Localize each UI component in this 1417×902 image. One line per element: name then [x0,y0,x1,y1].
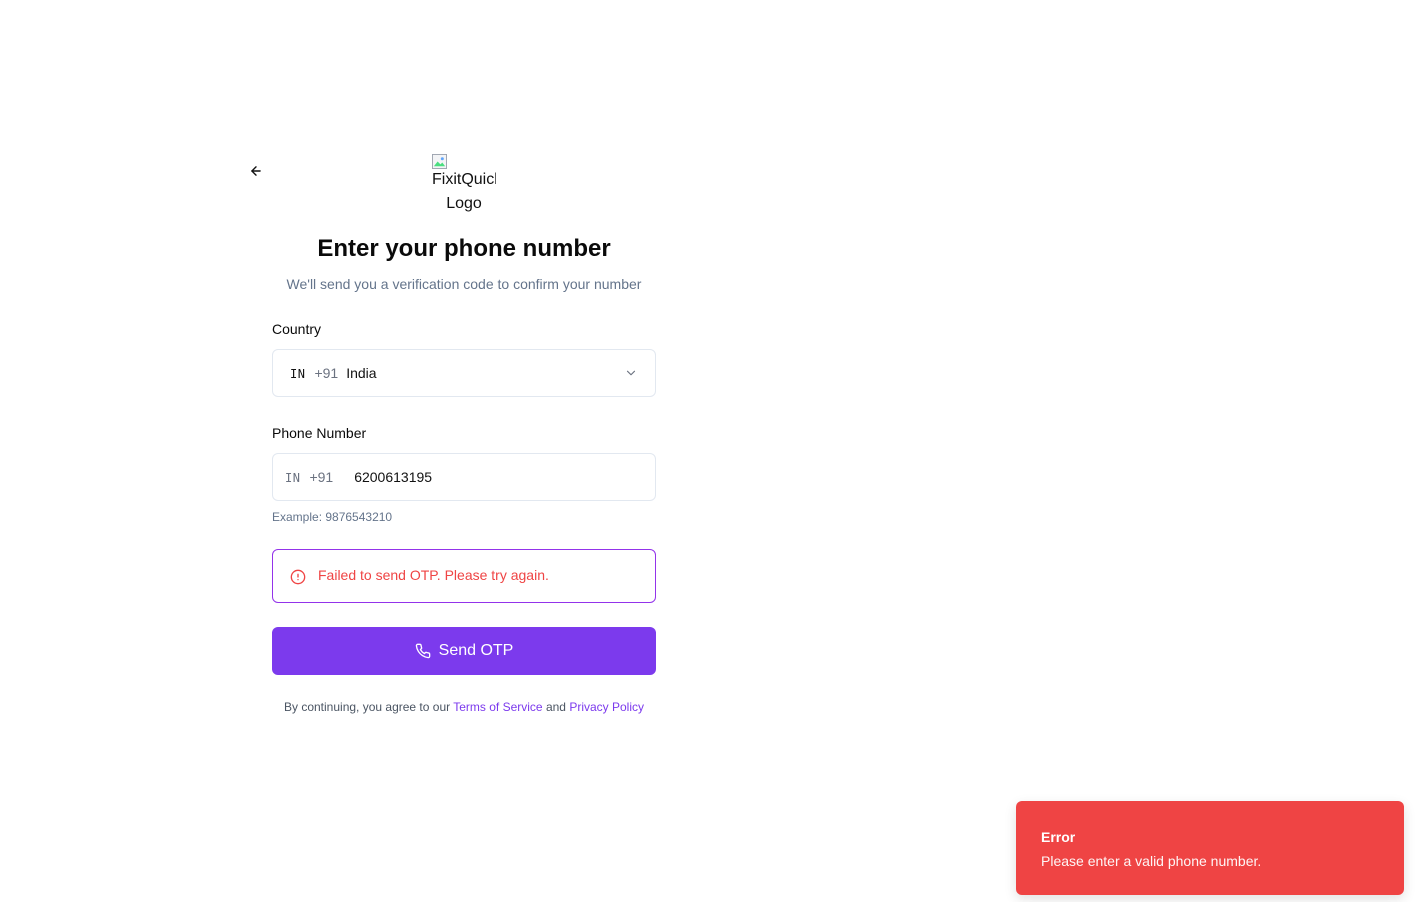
error-toast[interactable]: Error Please enter a valid phone number. [1016,801,1404,895]
arrow-left-icon [251,166,261,176]
toast-message: Please enter a valid phone number. [1041,853,1262,869]
page-subtitle: We'll send you a verification code to co… [286,276,642,292]
country-name: India [346,365,377,381]
error-alert-text: Failed to send OTP. Please try again. [318,566,549,583]
alert-circle-icon [290,569,306,584]
back-button[interactable] [246,162,266,180]
phone-dial-code: +91 [309,469,334,485]
country-dial-code: +91 [314,365,339,381]
country-select[interactable]: IN +91 India [272,349,656,397]
phone-field[interactable]: IN +91 [272,453,656,501]
logo: FixitQuick Logo [432,153,496,217]
terms-notice: By continuing, you agree to our Terms of… [260,699,668,715]
send-otp-label: Send OTP [438,642,514,659]
privacy-policy-link[interactable]: Privacy Policy [569,700,644,714]
terms-joiner: and [545,700,566,714]
send-otp-button[interactable]: Send OTP [272,627,656,675]
phone-label: Phone Number [272,425,367,441]
terms-of-service-link[interactable]: Terms of Service [453,700,542,714]
country-code: IN [290,367,306,381]
phone-input[interactable] [354,469,635,485]
phone-login-page: FixitQuick Logo Enter your phone number … [0,0,1417,902]
phone-country-code: IN [285,471,301,485]
country-label: Country [272,321,322,337]
chevron-down-icon [626,370,636,376]
error-alert: Failed to send OTP. Please try again. [272,549,656,603]
toast-title: Error [1041,829,1076,845]
page-title: Enter your phone number [317,235,611,262]
broken-image-icon [432,154,447,169]
phone-icon [415,643,430,659]
phone-helper-text: Example: 9876543210 [272,510,393,524]
terms-prefix: By continuing, you agree to our [284,700,451,714]
